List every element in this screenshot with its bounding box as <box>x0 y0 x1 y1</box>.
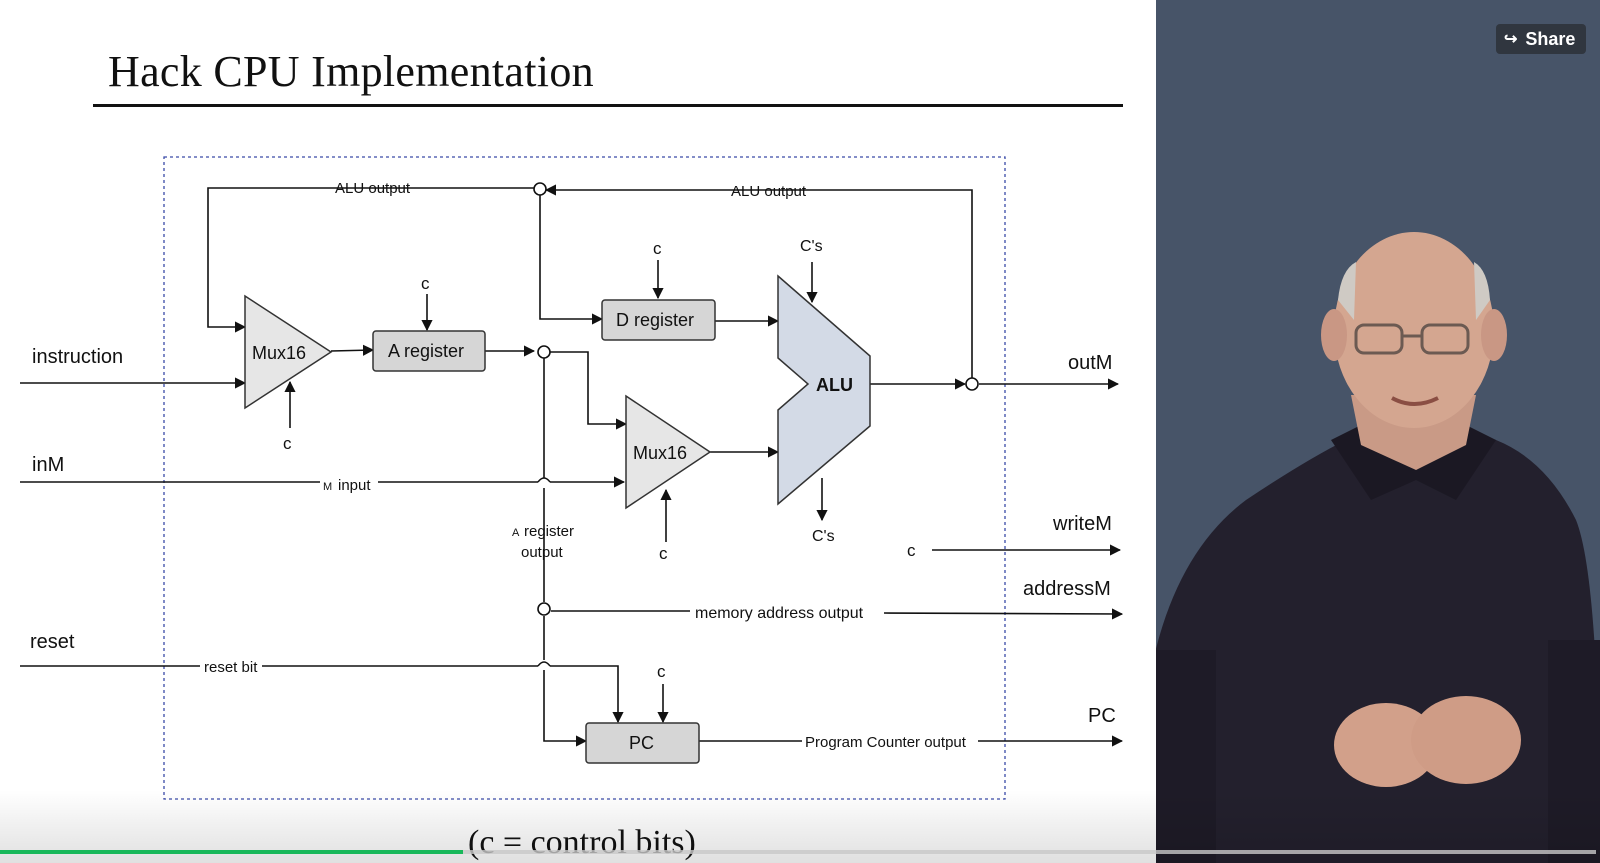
wire-mux-to-a <box>330 344 375 356</box>
d-register-label: D register <box>616 310 694 330</box>
junction-alu-feedback <box>533 182 547 196</box>
video-progress-bar[interactable] <box>0 850 1596 854</box>
wire-label-a-prefix: A <box>512 527 520 539</box>
junction-a-out <box>537 345 551 359</box>
control-label-mux2: c <box>659 544 668 563</box>
control-label-pc: c <box>657 662 666 681</box>
wire-a-to-mux2 <box>550 351 628 430</box>
wire-label-alu-output-left: ALU output <box>335 180 411 197</box>
control-label-alu-out: C's <box>812 528 835 545</box>
input-instruction-label: instruction <box>32 346 123 368</box>
wire-label-program-counter: Program Counter output <box>805 734 967 751</box>
mux16-a-label: Mux16 <box>252 343 306 363</box>
mux16-b-label: Mux16 <box>633 443 687 463</box>
share-label: Share <box>1525 28 1576 49</box>
a-register-label: A register <box>388 341 464 361</box>
control-bits-note: (c = control bits) <box>468 824 696 861</box>
wire-label-a-output: output <box>521 544 564 561</box>
output-addressM-label: addressM <box>1023 578 1111 600</box>
control-label-writeM: c <box>907 541 916 560</box>
output-writeM-label: writeM <box>1052 513 1112 535</box>
control-label-mux1: c <box>283 434 292 453</box>
wire-label-m-input: input <box>338 477 371 494</box>
junction-address <box>537 602 551 616</box>
wire-a-to-pc <box>543 670 588 747</box>
wire-label-reset-bit: reset bit <box>204 659 258 676</box>
cpu-diagram: Mux16 A register D register Mux16 ALU PC… <box>20 156 1124 800</box>
pc-label: PC <box>629 733 654 753</box>
input-inM-label: inM <box>32 454 64 476</box>
wire-label-m-prefix: M <box>323 481 332 493</box>
alu-label: ALU <box>816 375 853 395</box>
video-progress-played <box>0 850 463 854</box>
presenter-silhouette <box>1156 232 1600 863</box>
wire-label-a-register: register <box>524 523 574 540</box>
share-icon: ↪ <box>1504 31 1518 48</box>
wire-alu-to-d <box>539 194 604 325</box>
cpu-boundary <box>163 156 1006 800</box>
share-button[interactable]: ↪ Share <box>1496 24 1586 54</box>
junction-alu-out <box>965 377 979 391</box>
wire-label-memory-address: memory address output <box>695 605 864 622</box>
presenter-video <box>1156 0 1600 863</box>
input-reset-label: reset <box>30 631 75 653</box>
control-label-d-register: c <box>653 239 662 258</box>
wire-label-alu-output-right: ALU output <box>731 183 807 200</box>
video-frame[interactable]: Hack CPU Implementation Mux16 A register… <box>0 0 1600 863</box>
output-outM-label: outM <box>1068 352 1112 374</box>
output-pc-label: PC <box>1088 705 1116 727</box>
control-label-a-register: c <box>421 274 430 293</box>
control-label-alu-in: C's <box>800 238 823 255</box>
lecture-slide: Hack CPU Implementation Mux16 A register… <box>0 0 1156 863</box>
wire-alu-feedback <box>544 184 973 384</box>
